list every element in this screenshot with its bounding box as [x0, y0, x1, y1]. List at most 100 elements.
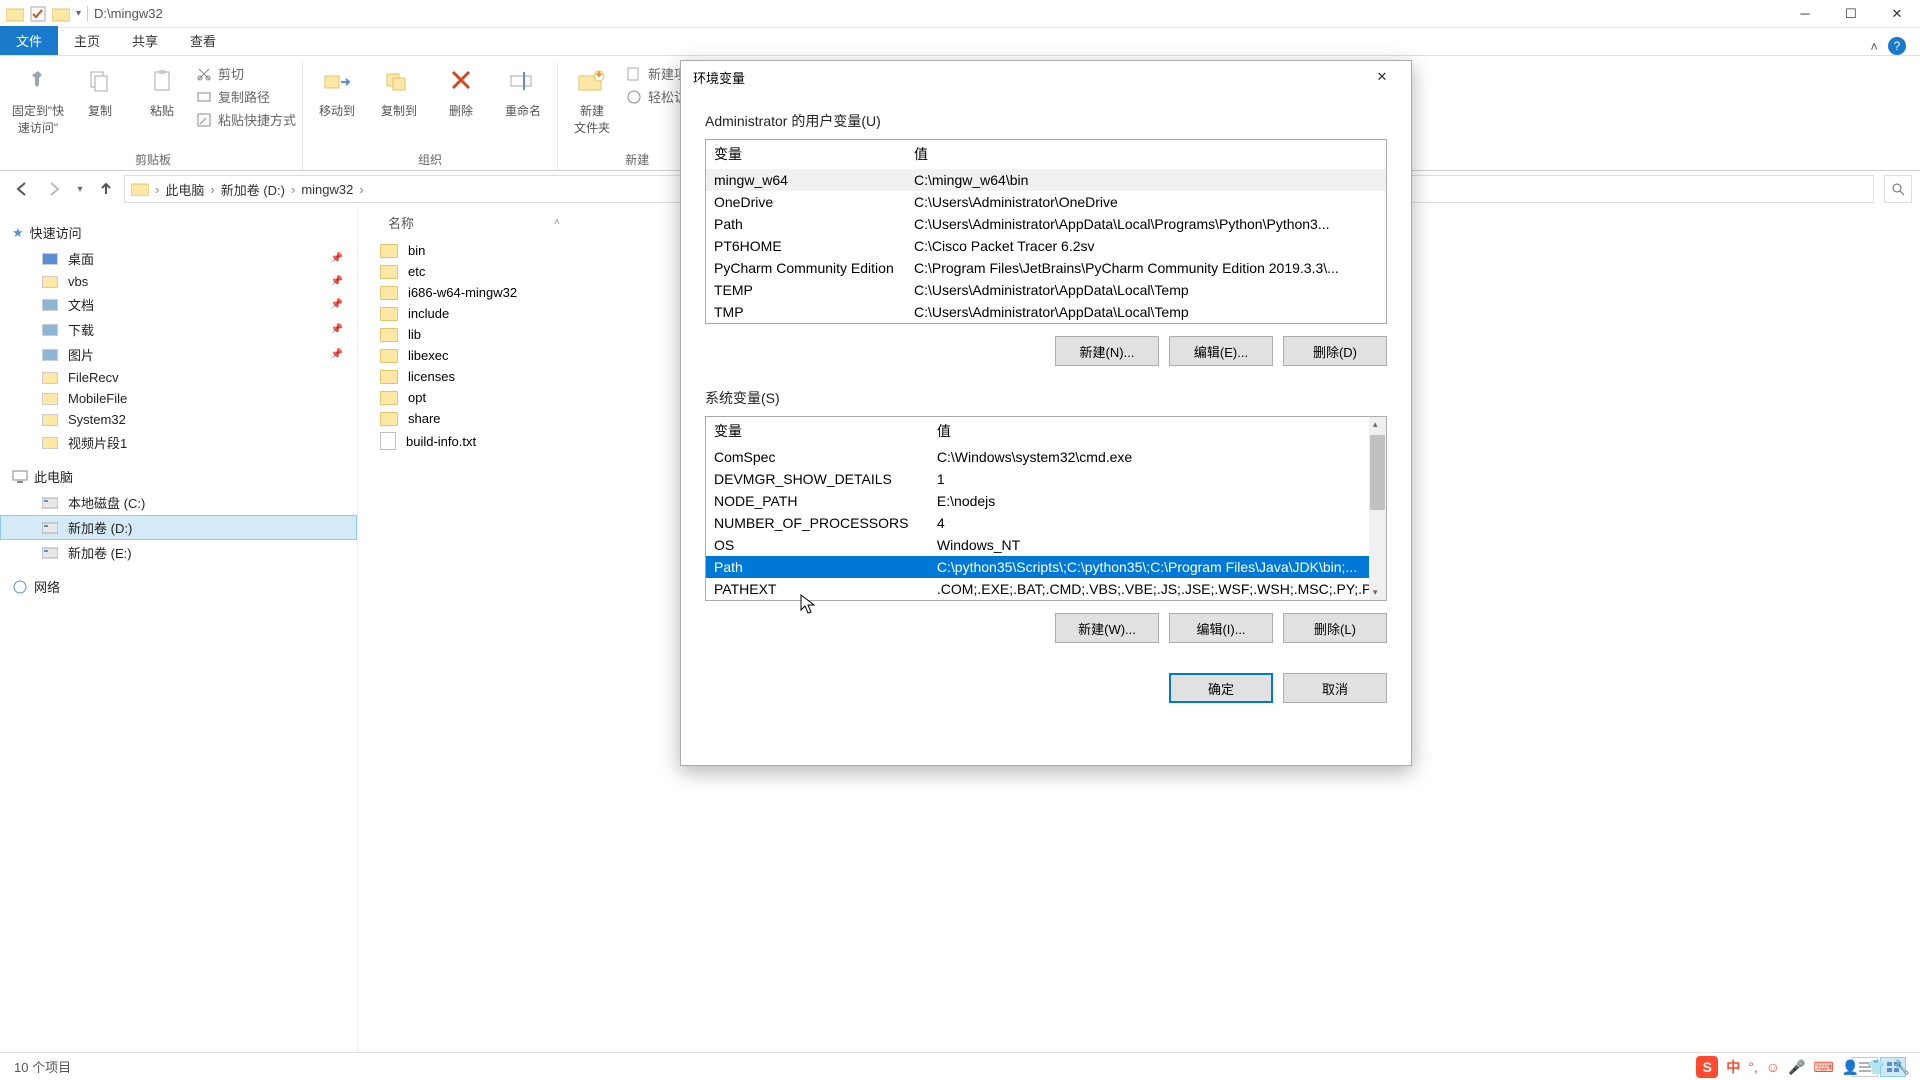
ime-smile-icon[interactable]: ☺ [1766, 1059, 1780, 1075]
table-row[interactable]: NODE_PATHE:\nodejs [706, 490, 1387, 512]
sidebar-item-System32[interactable]: System32 [0, 409, 357, 430]
table-row[interactable]: OSWindows_NT [706, 534, 1387, 556]
up-button[interactable] [92, 175, 120, 203]
table-row[interactable]: DEVMGR_SHOW_DETAILS1 [706, 468, 1387, 490]
pin-to-quick-access-button[interactable]: 固定到"快 速访问" [10, 62, 66, 136]
sidebar-item-下载[interactable]: 下载📌 [0, 317, 357, 342]
tab-view[interactable]: 查看 [174, 26, 232, 55]
rename-button[interactable]: 重命名 [495, 62, 551, 119]
sidebar-drive[interactable]: 本地磁盘 (C:) [0, 490, 357, 515]
title-bar: ▾ D:\mingw32 ─ ☐ ✕ [0, 0, 1920, 28]
table-row[interactable]: ComSpecC:\Windows\system32\cmd.exe [706, 446, 1387, 469]
sys-vars-heading: 系统变量(S) [705, 388, 1387, 408]
copy-path-button[interactable]: 复制路径 [196, 87, 296, 106]
close-button[interactable]: ✕ [1874, 0, 1920, 28]
paste-shortcut-button[interactable]: 粘贴快捷方式 [196, 110, 296, 129]
sidebar-drive[interactable]: 新加卷 (D:) [0, 515, 357, 540]
scissors-icon [196, 66, 212, 82]
ime-zhong[interactable]: 中 [1726, 1057, 1740, 1077]
user-new-button[interactable]: 新建(N)... [1055, 336, 1159, 366]
ribbon-collapse-icon[interactable]: ˄ [1870, 39, 1878, 54]
sys-delete-button[interactable]: 删除(L) [1283, 613, 1387, 643]
minimize-button[interactable]: ─ [1782, 0, 1828, 28]
user-vars-table[interactable]: 变量值 mingw_w64C:\mingw_w64\binOneDriveC:\… [705, 139, 1387, 324]
sidebar-item-桌面[interactable]: 桌面📌 [0, 246, 357, 271]
sogou-ime-icon[interactable]: S [1696, 1056, 1718, 1078]
table-row[interactable]: PathC:\Users\Administrator\AppData\Local… [706, 213, 1386, 235]
delete-icon [449, 68, 473, 94]
maximize-button[interactable]: ☐ [1828, 0, 1874, 28]
table-row[interactable]: TEMPC:\Users\Administrator\AppData\Local… [706, 279, 1386, 301]
quick-access-heading[interactable]: ★快速访问 [0, 219, 357, 246]
tab-file[interactable]: 文件 [0, 26, 58, 55]
ime-keyboard-icon[interactable]: ⌨ [1813, 1059, 1833, 1076]
user-delete-button[interactable]: 删除(D) [1283, 336, 1387, 366]
cut-button[interactable]: 剪切 [196, 64, 296, 83]
checkbox-icon[interactable] [30, 6, 46, 22]
ime-tray: S 中 °, ☺ 🎤 ⌨ 👤 👕 🔧 [1686, 1054, 1920, 1080]
delete-button[interactable]: 删除 [433, 62, 489, 119]
user-edit-button[interactable]: 编辑(E)... [1169, 336, 1273, 366]
sys-new-button[interactable]: 新建(W)... [1055, 613, 1159, 643]
crumb-pc[interactable]: 此电脑 [165, 180, 204, 199]
table-row[interactable]: PROCESSOR_ARCHITECTUREAMD64 [706, 600, 1387, 601]
column-name[interactable]: 名称 [388, 213, 414, 232]
copy-button[interactable]: 复制 [72, 62, 128, 119]
folder-icon [6, 6, 24, 22]
sidebar: ★快速访问 桌面📌vbs📌文档📌下载📌图片📌FileRecvMobileFile… [0, 207, 358, 1052]
ime-tool-icon[interactable]: 🔧 [1893, 1059, 1910, 1076]
table-row[interactable]: mingw_w64C:\mingw_w64\bin [706, 169, 1386, 192]
back-button[interactable] [8, 175, 36, 203]
sidebar-item-FileRecv[interactable]: FileRecv [0, 367, 357, 388]
dialog-close-button[interactable]: ✕ [1365, 62, 1399, 92]
table-row[interactable]: TMPC:\Users\Administrator\AppData\Local\… [706, 301, 1386, 323]
sidebar-item-图片[interactable]: 图片📌 [0, 342, 357, 367]
crumb-drive[interactable]: 新加卷 (D:) [221, 180, 285, 199]
forward-button[interactable] [40, 175, 68, 203]
search-button[interactable] [1884, 175, 1912, 203]
moveto-icon [323, 68, 351, 94]
sys-edit-button[interactable]: 编辑(I)... [1169, 613, 1273, 643]
sidebar-drive[interactable]: 新加卷 (E:) [0, 540, 357, 565]
table-row[interactable]: PyCharm Community EditionC:\Program File… [706, 257, 1386, 279]
network-heading[interactable]: 网络 [0, 573, 357, 600]
copy-to-button[interactable]: 复制到 [371, 62, 427, 119]
sidebar-item-视频片段1[interactable]: 视频片段1 [0, 430, 357, 455]
tab-home[interactable]: 主页 [58, 26, 116, 55]
move-to-button[interactable]: 移动到 [309, 62, 365, 119]
paste-button[interactable]: 粘贴 [134, 62, 190, 119]
sidebar-item-vbs[interactable]: vbs📌 [0, 271, 357, 292]
cancel-button[interactable]: 取消 [1283, 673, 1387, 703]
ime-punct-icon[interactable]: °, [1748, 1059, 1758, 1075]
window-title: D:\mingw32 [94, 6, 163, 21]
recent-dropdown[interactable]: ▾ [72, 175, 88, 203]
easy-access-icon [626, 89, 642, 105]
copy-icon [87, 68, 113, 94]
group-label-clipboard: 剪贴板 [135, 151, 171, 170]
table-row[interactable]: PATHEXT.COM;.EXE;.BAT;.CMD;.VBS;.VBE;.JS… [706, 578, 1387, 600]
paste-icon [149, 68, 175, 94]
status-bar: 10 个项目 [0, 1052, 1920, 1080]
sidebar-item-文档[interactable]: 文档📌 [0, 292, 357, 317]
table-row[interactable]: OneDriveC:\Users\Administrator\OneDrive [706, 191, 1386, 213]
sys-vars-table[interactable]: 变量值 ComSpecC:\Windows\system32\cmd.exeDE… [705, 416, 1387, 601]
ime-user-icon[interactable]: 👤 [1842, 1059, 1859, 1076]
group-label-organize: 组织 [418, 151, 442, 170]
scrollbar[interactable]: ▴▾ [1369, 417, 1386, 600]
table-row[interactable]: PT6HOMEC:\Cisco Packet Tracer 6.2sv [706, 235, 1386, 257]
new-item-icon [626, 66, 642, 82]
sidebar-item-MobileFile[interactable]: MobileFile [0, 388, 357, 409]
crumb-folder[interactable]: mingw32 [301, 182, 353, 197]
pc-icon [12, 470, 28, 484]
table-row[interactable]: PathC:\python35\Scripts\;C:\python35\;C:… [706, 556, 1387, 578]
help-icon[interactable]: ? [1888, 37, 1906, 55]
qat-dropdown[interactable]: ▾ [76, 8, 81, 19]
table-row[interactable]: NUMBER_OF_PROCESSORS4 [706, 512, 1387, 534]
tab-share[interactable]: 共享 [116, 26, 174, 55]
open-folder-icon[interactable] [52, 6, 70, 22]
ok-button[interactable]: 确定 [1169, 673, 1273, 703]
ime-shirt-icon[interactable]: 👕 [1867, 1059, 1884, 1076]
this-pc-heading[interactable]: 此电脑 [0, 463, 357, 490]
ime-mic-icon[interactable]: 🎤 [1788, 1059, 1805, 1076]
new-folder-button[interactable]: ✦新建 文件夹 [564, 62, 620, 136]
